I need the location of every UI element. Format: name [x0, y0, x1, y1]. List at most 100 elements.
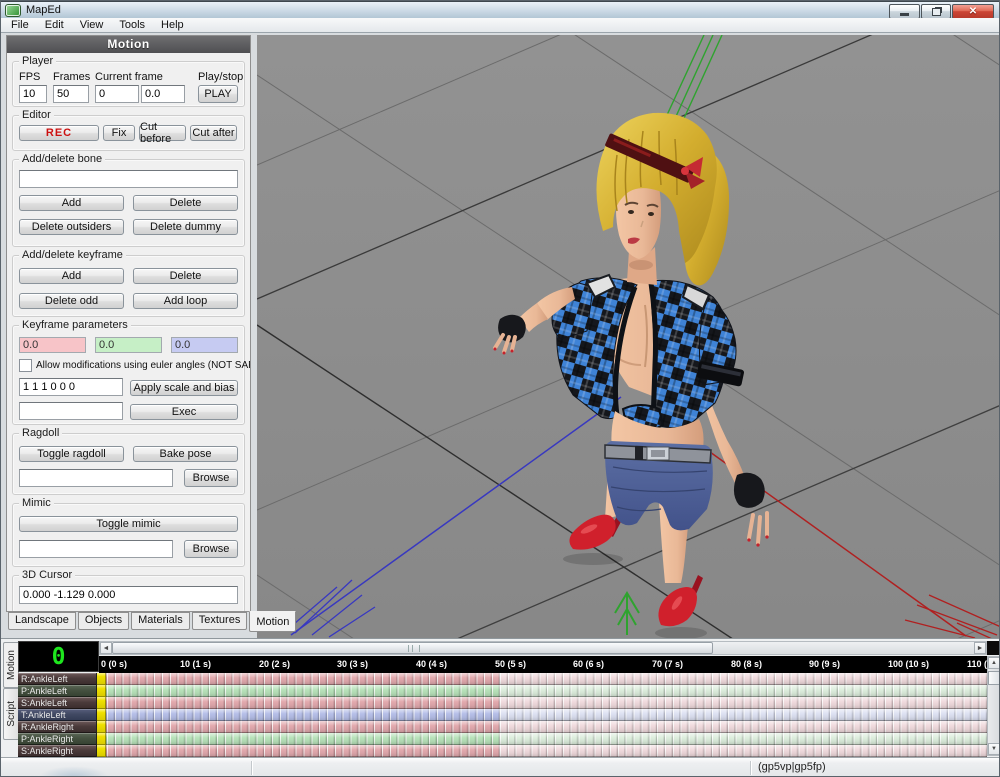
keyframe-cells[interactable]: [106, 733, 499, 745]
keyframe-cells-empty[interactable]: [499, 685, 987, 697]
keyframe-cells[interactable]: [106, 673, 499, 685]
mimic-file-input[interactable]: [19, 540, 173, 558]
delete-dummy-button[interactable]: Delete dummy: [133, 219, 238, 235]
cursor3d-input[interactable]: [19, 586, 238, 604]
hscroll-thumb[interactable]: [112, 642, 713, 654]
scroll-up-icon[interactable]: ▲: [988, 657, 1000, 669]
keyframe-cells[interactable]: [106, 709, 499, 721]
minimize-button[interactable]: [889, 4, 920, 19]
statusbar: (gp5vp|gp5fp): [1, 757, 1000, 777]
toggle-mimic-button[interactable]: Toggle mimic: [19, 516, 238, 532]
restore-button[interactable]: [921, 4, 951, 19]
track-label[interactable]: T:AnkleLeft: [18, 709, 97, 721]
tab-motion[interactable]: Motion: [249, 611, 296, 632]
scroll-down-icon[interactable]: ▼: [988, 743, 1000, 755]
tab-landscape[interactable]: Landscape: [8, 612, 76, 630]
rec-button[interactable]: REC: [19, 125, 99, 141]
track-row[interactable]: R:AnkleRight: [18, 721, 987, 733]
apply-scale-bias-button[interactable]: Apply scale and bias: [130, 380, 238, 396]
timeline-vscrollbar[interactable]: ▲ ▼: [987, 656, 1000, 756]
bone-delete-button[interactable]: Delete: [133, 195, 238, 211]
keyframe-cells-empty[interactable]: [499, 721, 987, 733]
tab-materials[interactable]: Materials: [131, 612, 190, 630]
track-label[interactable]: R:AnkleLeft: [18, 673, 97, 685]
close-icon: ✕: [969, 6, 977, 17]
param-x-input[interactable]: [19, 337, 86, 353]
add-loop-button[interactable]: Add loop: [133, 293, 238, 309]
track-label[interactable]: P:AnkleRight: [18, 733, 97, 745]
red-scribbles: [905, 595, 1000, 638]
bone-add-button[interactable]: Add: [19, 195, 124, 211]
track-row[interactable]: S:AnkleLeft: [18, 697, 987, 709]
ragdoll-browse-button[interactable]: Browse: [184, 469, 238, 487]
track-row[interactable]: T:AnkleLeft: [18, 709, 987, 721]
timeline-tab-script[interactable]: Script: [3, 688, 19, 740]
3d-viewport[interactable]: [257, 35, 1000, 638]
keyframe-cells[interactable]: [106, 697, 499, 709]
current-frame-marker[interactable]: [97, 697, 106, 709]
exec-button[interactable]: Exec: [130, 404, 238, 420]
track-row[interactable]: S:AnkleRight: [18, 745, 987, 757]
frames-input[interactable]: [53, 85, 89, 103]
euler-checkbox[interactable]: [19, 359, 32, 372]
vscroll-thumb[interactable]: [988, 671, 1000, 685]
current-frame-marker[interactable]: [97, 721, 106, 733]
track-label[interactable]: S:AnkleLeft: [18, 697, 97, 709]
bake-pose-button[interactable]: Bake pose: [133, 446, 238, 462]
mimic-browse-button[interactable]: Browse: [184, 540, 238, 558]
timeline-ruler[interactable]: 0 (0 s) 10 (1 s) 20 (2 s) 30 (3 s) 40 (4…: [99, 656, 987, 673]
keyframe-cells[interactable]: [106, 685, 499, 697]
play-button[interactable]: PLAY: [198, 85, 238, 103]
timeline-hscrollbar[interactable]: ◄ ►: [99, 641, 987, 655]
current-time-input[interactable]: [141, 85, 185, 103]
scale-bias-input[interactable]: [19, 378, 123, 396]
keyframe-cells[interactable]: [106, 745, 499, 757]
menu-edit[interactable]: Edit: [37, 18, 72, 32]
cut-after-button[interactable]: Cut after: [190, 125, 237, 141]
delete-odd-button[interactable]: Delete odd: [19, 293, 124, 309]
ragdoll-file-input[interactable]: [19, 469, 173, 487]
current-frame-marker[interactable]: [97, 709, 106, 721]
current-frame-marker[interactable]: [97, 673, 106, 685]
scroll-right-icon[interactable]: ►: [974, 642, 986, 654]
track-label[interactable]: S:AnkleRight: [18, 745, 97, 757]
delete-outsiders-button[interactable]: Delete outsiders: [19, 219, 124, 235]
keyframe-add-button[interactable]: Add: [19, 268, 124, 284]
bone-name-input[interactable]: [19, 170, 238, 188]
titlebar[interactable]: MapEd ✕: [1, 1, 999, 18]
keyframe-cells-empty[interactable]: [499, 697, 987, 709]
fps-input[interactable]: [19, 85, 47, 103]
param-z-input[interactable]: [171, 337, 238, 353]
track-label[interactable]: R:AnkleRight: [18, 721, 97, 733]
menu-view[interactable]: View: [72, 18, 112, 32]
keyframe-cells-empty[interactable]: [499, 673, 987, 685]
menu-tools[interactable]: Tools: [111, 18, 153, 32]
track-row[interactable]: R:AnkleLeft: [18, 673, 987, 685]
keyframe-cells-empty[interactable]: [499, 733, 987, 745]
track-row[interactable]: P:AnkleRight: [18, 733, 987, 745]
exec-input[interactable]: [19, 402, 123, 420]
track-label[interactable]: P:AnkleLeft: [18, 685, 97, 697]
menu-help[interactable]: Help: [153, 18, 192, 32]
close-button[interactable]: ✕: [952, 4, 994, 19]
current-frame-input[interactable]: [95, 85, 139, 103]
keyframe-cells-empty[interactable]: [499, 709, 987, 721]
keyframe-delete-button[interactable]: Delete: [133, 268, 238, 284]
keyframe-cells[interactable]: [106, 721, 499, 733]
fix-button[interactable]: Fix: [103, 125, 135, 141]
scroll-left-icon[interactable]: ◄: [100, 642, 112, 654]
param-y-input[interactable]: [95, 337, 162, 353]
toggle-ragdoll-button[interactable]: Toggle ragdoll: [19, 446, 124, 462]
mimic-group-label: Mimic: [19, 497, 54, 510]
track-row[interactable]: P:AnkleLeft: [18, 685, 987, 697]
keyframe-cells-empty[interactable]: [499, 745, 987, 757]
axis-line-blue: [291, 397, 621, 635]
tab-objects[interactable]: Objects: [78, 612, 129, 630]
current-frame-marker[interactable]: [97, 685, 106, 697]
cut-before-button[interactable]: Cut before: [139, 125, 186, 141]
current-frame-marker[interactable]: [97, 733, 106, 745]
tab-textures[interactable]: Textures: [192, 612, 248, 630]
menu-file[interactable]: File: [3, 18, 37, 32]
current-frame-marker[interactable]: [97, 745, 106, 757]
timeline-tab-motion[interactable]: Motion: [3, 642, 19, 688]
